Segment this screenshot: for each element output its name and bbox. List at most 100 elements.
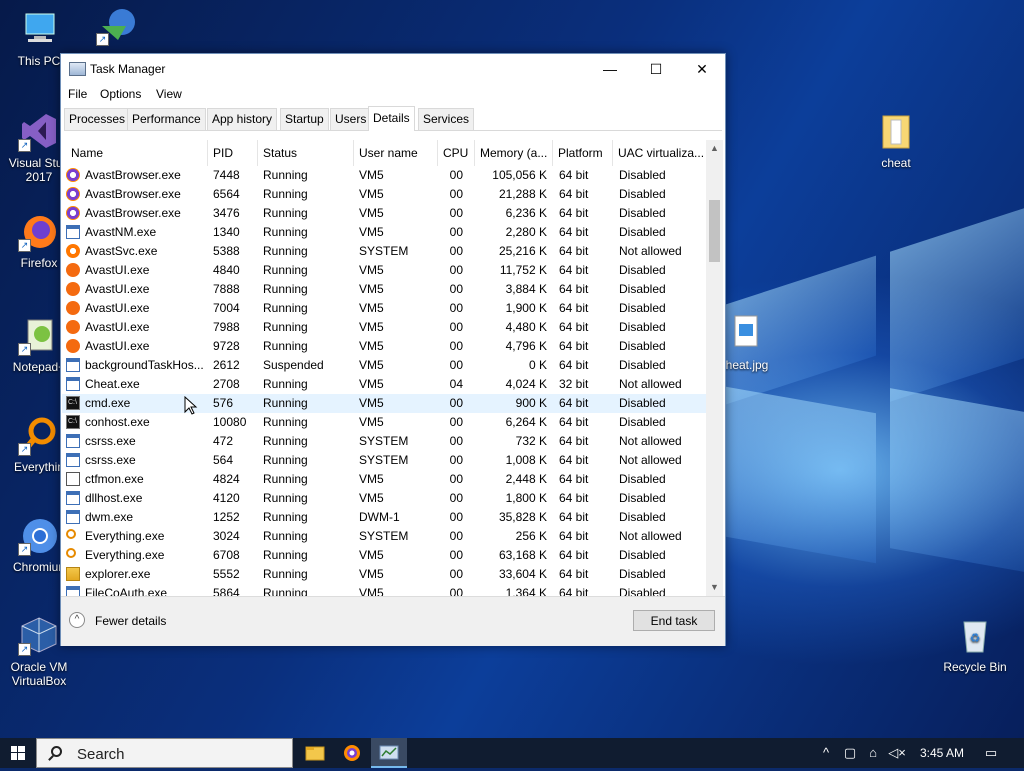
table-row[interactable]: AvastUI.exe 9728 Running VM5 00 4,796 K 64 bit… (62, 337, 707, 356)
minimize-button[interactable]: — (587, 54, 633, 84)
action-center-icon[interactable]: ▭ (978, 738, 1004, 768)
table-row[interactable]: AvastUI.exe 4840 Running VM5 00 11,752 K 64 bi… (62, 261, 707, 280)
shortcut-arrow-icon: ↗ (18, 139, 31, 152)
cell-pid: 6564 (213, 187, 240, 201)
desktop-icon-recycle-bin[interactable]: ♻ Recycle Bin (936, 614, 1014, 674)
column-header-status[interactable]: Status (258, 140, 354, 166)
svg-text:♻: ♻ (970, 631, 981, 645)
tray-network-icon[interactable]: ⌂ (862, 738, 884, 768)
table-row[interactable]: C:\ conhost.exe 10080 Running VM5 00 6,264 K 64… (62, 413, 707, 432)
cell-uac: Disabled (619, 396, 666, 410)
cell-pid: 7004 (213, 301, 240, 315)
table-row[interactable]: AvastBrowser.exe 3476 Running VM5 00 6,236 K 6… (62, 204, 707, 223)
column-header-cpu[interactable]: CPU (438, 140, 475, 166)
table-row[interactable]: AvastSvc.exe 5388 Running SYSTEM 00 25,216 K 6… (62, 242, 707, 261)
cell-cpu: 00 (449, 548, 463, 562)
table-row[interactable]: ctfmon.exe 4824 Running VM5 00 2,448 K 64 bit D… (62, 470, 707, 489)
taskbar-task-manager[interactable] (371, 738, 407, 768)
process-win-icon (66, 453, 80, 467)
cell-name: AvastUI.exe (85, 301, 150, 315)
tab-processes[interactable]: Processes (64, 108, 131, 130)
column-header-pid[interactable]: PID (208, 140, 258, 166)
sort-arrow-icon: ^ (128, 140, 132, 143)
table-row[interactable]: csrss.exe 564 Running SYSTEM 00 1,008 K 64 bit… (62, 451, 707, 470)
table-row[interactable]: C:\ cmd.exe 576 Running VM5 00 900 K 64 bit Disa… (62, 394, 707, 413)
process-search-icon (66, 548, 76, 558)
firefox-icon: ↗ (18, 210, 60, 252)
column-header-user-name[interactable]: User name (354, 140, 438, 166)
wallpaper-light-panel-4 (890, 388, 1024, 572)
tab-users[interactable]: Users (330, 108, 372, 130)
desktop-icon-cheat-folder[interactable]: cheat (857, 110, 935, 170)
title-bar[interactable]: Task Manager — ☐ ✕ (61, 54, 725, 84)
desktop-icon-idm[interactable]: ↗ (78, 4, 156, 50)
table-row[interactable]: AvastUI.exe 7004 Running VM5 00 1,900 K 64 bit… (62, 299, 707, 318)
tab-startup[interactable]: Startup (280, 108, 329, 130)
menu-file[interactable]: File (68, 87, 87, 101)
cell-cpu: 00 (449, 168, 463, 182)
taskbar-search-box[interactable]: Search (36, 738, 293, 768)
table-row[interactable]: csrss.exe 472 Running SYSTEM 00 732 K 64 bit No… (62, 432, 707, 451)
column-header-name[interactable]: Name (66, 140, 208, 166)
cell-pid: 7888 (213, 282, 240, 296)
tray-overflow-chevron-icon[interactable]: ^ (816, 738, 836, 768)
cell-cpu: 00 (449, 206, 463, 220)
cell-mem: 1,008 K (505, 453, 547, 467)
chevron-up-icon[interactable]: ^ (69, 612, 85, 628)
table-row[interactable]: Everything.exe 6708 Running VM5 00 63,168 K 64… (62, 546, 707, 565)
table-row[interactable]: dwm.exe 1252 Running DWM-1 00 35,828 K 64 bit D… (62, 508, 707, 527)
cell-uac: Disabled (619, 225, 666, 239)
close-button[interactable]: ✕ (679, 54, 725, 84)
cell-mem: 900 K (515, 396, 547, 410)
tray-volume-muted-icon[interactable]: ◁× (886, 738, 908, 768)
cell-mem: 256 K (515, 529, 547, 543)
taskbar-file-explorer[interactable] (297, 738, 333, 768)
vertical-scrollbar[interactable]: ▲ ▼ (706, 140, 723, 596)
tab-services[interactable]: Services (418, 108, 475, 130)
table-row[interactable]: dllhost.exe 4120 Running VM5 00 1,800 K 64 bit… (62, 489, 707, 508)
fewer-details-link[interactable]: Fewer details (95, 614, 166, 628)
cell-mem: 732 K (515, 434, 547, 448)
taskbar-avast-browser[interactable] (334, 738, 370, 768)
table-row[interactable]: AvastBrowser.exe 6564 Running VM5 00 21,288 K… (62, 185, 707, 204)
column-header-memory[interactable]: Memory (a... (475, 140, 553, 166)
shortcut-arrow-icon: ↗ (18, 643, 31, 656)
table-row[interactable]: explorer.exe 5552 Running VM5 00 33,604 K 64 b… (62, 565, 707, 584)
cell-name: AvastBrowser.exe (85, 206, 181, 220)
table-row[interactable]: AvastNM.exe 1340 Running VM5 00 2,280 K 64 bit… (62, 223, 707, 242)
search-icon (51, 746, 62, 757)
process-avastui-icon (66, 263, 80, 277)
table-row[interactable]: AvastUI.exe 7888 Running VM5 00 3,884 K 64 bit… (62, 280, 707, 299)
cell-pid: 564 (213, 453, 234, 467)
cell-user: VM5 (359, 396, 384, 410)
menu-view[interactable]: View (156, 87, 182, 101)
cell-uac: Not allowed (619, 434, 682, 448)
table-row[interactable]: AvastUI.exe 7988 Running VM5 00 4,480 K 64 bit… (62, 318, 707, 337)
cell-platform: 64 bit (559, 168, 589, 182)
cell-cpu: 00 (449, 396, 463, 410)
table-row[interactable]: Everything.exe 3024 Running SYSTEM 00 256 K 64… (62, 527, 707, 546)
tray-clock[interactable]: 3:45 AM (912, 738, 972, 768)
tab-app-history[interactable]: App history (207, 108, 278, 130)
scroll-up-arrow-icon[interactable]: ▲ (706, 140, 723, 157)
end-task-button[interactable]: End task (633, 610, 715, 631)
column-header-platform[interactable]: Platform (553, 140, 613, 166)
table-row[interactable]: FileCoAuth.exe 5864 Running VM5 00 1,364 K 64 … (62, 584, 707, 596)
tray-tablet-icon[interactable]: ▢ (840, 738, 860, 768)
cell-name: dllhost.exe (85, 491, 143, 505)
maximize-button[interactable]: ☐ (633, 54, 679, 84)
tab-details[interactable]: Details (368, 106, 415, 131)
tab-performance[interactable]: Performance (127, 108, 206, 130)
menu-options[interactable]: Options (100, 87, 141, 101)
cell-status: Running (263, 168, 308, 182)
cell-user: VM5 (359, 301, 384, 315)
table-row[interactable]: Cheat.exe 2708 Running VM5 04 4,024 K 32 bit No… (62, 375, 707, 394)
cell-cpu: 00 (449, 358, 463, 372)
column-header-uac-virtualization[interactable]: UAC virtualiza... (613, 140, 707, 166)
cell-pid: 4824 (213, 472, 240, 486)
start-button[interactable] (0, 738, 36, 768)
scroll-down-arrow-icon[interactable]: ▼ (706, 579, 723, 596)
table-row[interactable]: backgroundTaskHos... 2612 Suspended VM5 00 0 … (62, 356, 707, 375)
scrollbar-thumb[interactable] (709, 200, 720, 262)
table-row[interactable]: AvastBrowser.exe 7448 Running VM5 00 105,056 … (62, 166, 707, 185)
